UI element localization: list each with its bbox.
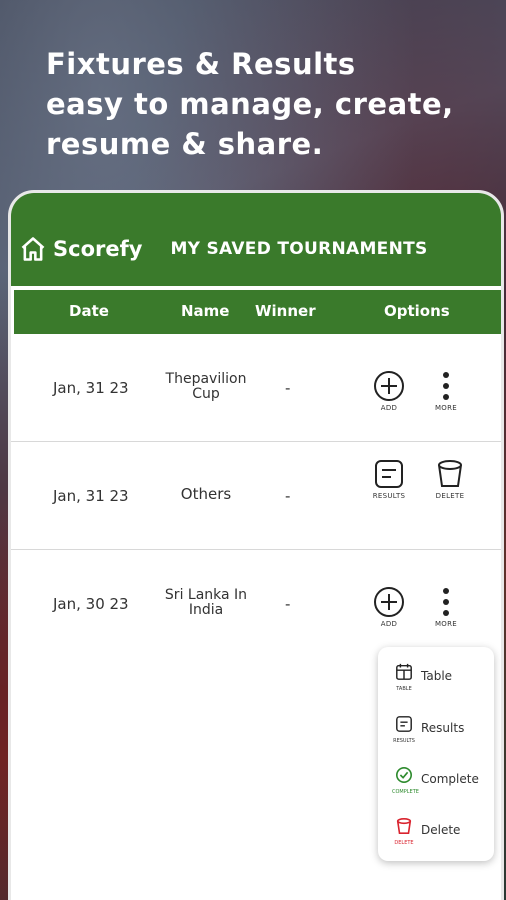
table-icon bbox=[396, 663, 412, 680]
results-icon bbox=[375, 460, 403, 488]
table-sub-label: TABLE bbox=[396, 686, 412, 692]
header-winner: Winner bbox=[255, 302, 316, 320]
more-options-menu: TABLE Table RESULTS Results COMPLETE Com… bbox=[378, 647, 494, 861]
row-date: Jan, 30 23 bbox=[53, 595, 129, 613]
more-vertical-icon bbox=[443, 588, 449, 616]
menu-item-table[interactable]: TABLE Table bbox=[388, 663, 488, 703]
row-winner: - bbox=[285, 487, 291, 505]
menu-item-complete[interactable]: COMPLETE Complete bbox=[388, 766, 488, 806]
row-name: Others bbox=[180, 485, 232, 503]
trash-icon bbox=[438, 460, 462, 487]
home-icon[interactable] bbox=[19, 235, 47, 263]
row-name: Sri Lanka In India bbox=[164, 587, 248, 618]
header-name: Name bbox=[181, 302, 230, 320]
promo-headline: Fixtures & Results easy to manage, creat… bbox=[46, 44, 486, 164]
table-row[interactable]: Jan, 31 23 Thepavilion Cup - ADD MORE bbox=[11, 334, 501, 442]
row-name: Thepavilion Cup bbox=[165, 371, 247, 402]
menu-label: Results bbox=[421, 721, 465, 735]
menu-item-delete[interactable]: DELETE Delete bbox=[388, 817, 488, 857]
table-header: Date Name Winner Options bbox=[14, 290, 501, 334]
header-date: Date bbox=[69, 302, 109, 320]
delete-sub-label: DELETE bbox=[394, 840, 414, 846]
menu-item-results[interactable]: RESULTS Results bbox=[388, 715, 488, 755]
row-date: Jan, 31 23 bbox=[53, 379, 129, 397]
results-button[interactable]: RESULTS bbox=[364, 458, 414, 500]
page-title: MY SAVED TOURNAMENTS bbox=[170, 238, 428, 259]
plus-circle-icon bbox=[374, 587, 404, 617]
add-label: ADD bbox=[380, 620, 398, 628]
headline-line-3: resume & share. bbox=[46, 127, 324, 161]
more-vertical-icon bbox=[443, 372, 449, 400]
results-sub-label: RESULTS bbox=[393, 738, 415, 744]
add-label: ADD bbox=[380, 404, 398, 412]
add-button[interactable]: ADD bbox=[364, 370, 414, 412]
table-row[interactable]: Jan, 31 23 Others - RESULTS DELETE bbox=[11, 442, 501, 550]
menu-label: Table bbox=[421, 669, 453, 683]
row-winner: - bbox=[285, 379, 291, 397]
trash-icon bbox=[396, 817, 412, 835]
menu-label: Complete bbox=[421, 772, 479, 786]
app-bar: Scorefy MY SAVED TOURNAMENTS bbox=[11, 193, 501, 286]
add-button[interactable]: ADD bbox=[364, 586, 414, 628]
row-date: Jan, 31 23 bbox=[53, 487, 129, 505]
headline-line-2: easy to manage, create, bbox=[46, 87, 454, 121]
table-row[interactable]: Jan, 30 23 Sri Lanka In India - ADD MORE bbox=[11, 550, 501, 658]
delete-button[interactable]: DELETE bbox=[425, 458, 475, 500]
row-winner: - bbox=[285, 595, 291, 613]
plus-circle-icon bbox=[374, 371, 404, 401]
more-button[interactable]: MORE bbox=[421, 370, 471, 412]
menu-label: Delete bbox=[421, 823, 461, 837]
results-icon bbox=[396, 716, 412, 732]
headline-line-1: Fixtures & Results bbox=[46, 47, 356, 81]
check-circle-icon bbox=[395, 766, 413, 784]
more-label: MORE bbox=[434, 404, 458, 412]
app-name[interactable]: Scorefy bbox=[53, 237, 142, 261]
header-options: Options bbox=[384, 302, 450, 320]
results-label: RESULTS bbox=[372, 492, 406, 500]
complete-sub-label: COMPLETE bbox=[392, 789, 419, 795]
delete-label: DELETE bbox=[435, 492, 465, 500]
more-button[interactable]: MORE bbox=[421, 586, 471, 628]
phone-screen: Scorefy MY SAVED TOURNAMENTS Date Name W… bbox=[8, 190, 504, 900]
more-label: MORE bbox=[434, 620, 458, 628]
